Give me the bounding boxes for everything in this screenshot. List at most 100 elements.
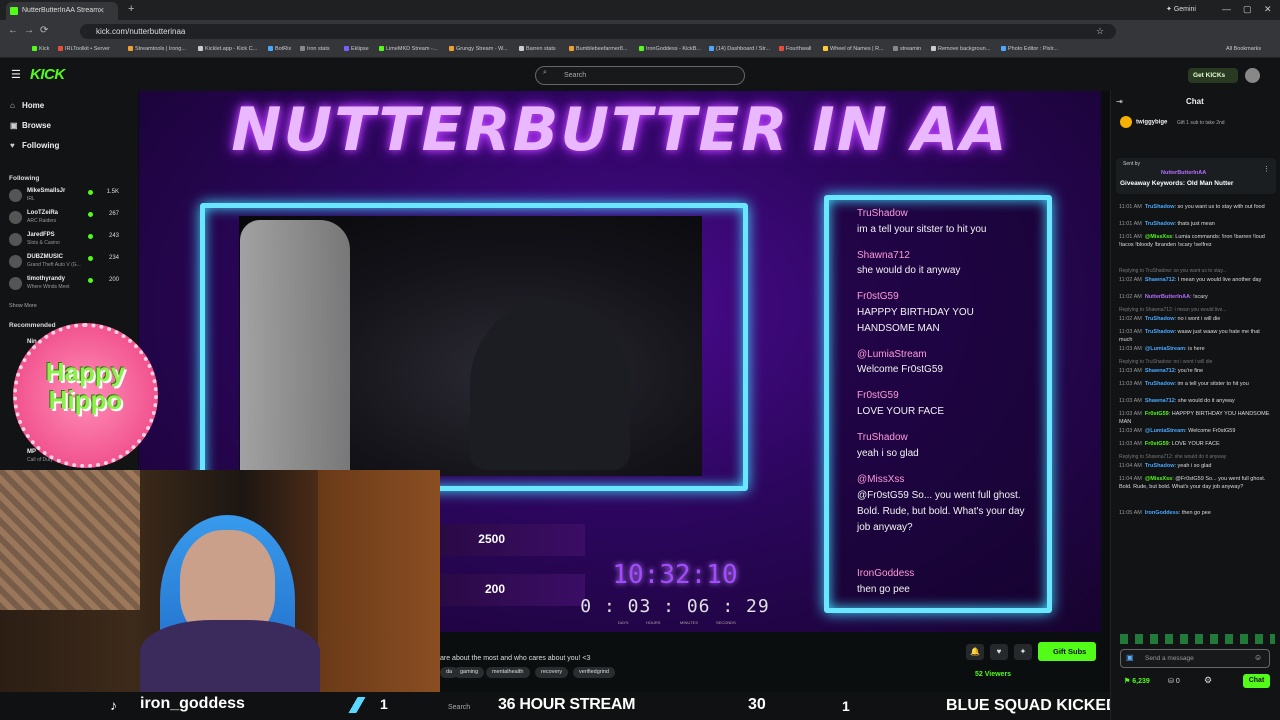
emote-bar[interactable] [1120, 634, 1275, 644]
menu-icon[interactable]: ☰ [11, 68, 21, 81]
chat-message[interactable]: 11:03 AM Shawna712: she would do it anywa… [1119, 397, 1271, 405]
chat-username[interactable]: TruShadow [1145, 381, 1175, 387]
all-bookmarks[interactable]: All Bookmarks [1226, 46, 1261, 52]
emoji-icon[interactable]: ☺ [1254, 653, 1262, 662]
collapse-chat-icon[interactable]: ⇥ [1116, 97, 1123, 106]
bookmark-item[interactable]: Kicklet.app - Kick C... [198, 46, 257, 52]
chat-message[interactable]: 11:02 AM Shawna712: I mean you would live… [1119, 276, 1271, 284]
chat-username[interactable]: @LumiaStream [1145, 428, 1185, 434]
chat-username[interactable]: Shawna712 [1145, 277, 1175, 283]
bookmark-item[interactable]: Grungy Stream - W... [449, 46, 508, 52]
bookmark-item[interactable]: Streamtools | Irong... [128, 46, 186, 52]
follow-heart-icon[interactable]: ♥ [990, 644, 1008, 660]
bookmark-item[interactable]: IRLToolkit • Server [58, 46, 110, 52]
bookmark-item[interactable]: Remove backgroun... [931, 46, 990, 52]
close-window-icon[interactable]: ✕ [1264, 4, 1272, 15]
chat-username[interactable]: TruShadow [1145, 329, 1175, 335]
user-avatar[interactable] [1245, 68, 1260, 83]
chat-message[interactable]: 11:03 AM TruShadow: im a tell your sitste… [1119, 380, 1271, 388]
chat-message[interactable]: 11:04 AM @MissXss: @Fr0stG59 So... you we… [1119, 475, 1271, 491]
chat-username[interactable]: Shawna712 [1145, 368, 1175, 374]
chat-message[interactable]: 11:01 AM TruShadow: thats just mean [1119, 220, 1271, 228]
settings-gear-icon[interactable]: ⚙ [1204, 675, 1212, 686]
stream-tag[interactable]: mentalhealth [486, 667, 530, 678]
pin-icon[interactable]: ⋮ [1263, 165, 1270, 173]
sidebar-item-following[interactable]: ♥ Following [10, 141, 59, 150]
chat-message-input[interactable]: Send a message [1120, 649, 1270, 668]
bookmark-star-icon[interactable]: ☆ [1096, 26, 1104, 37]
recommended-channel-partial[interactable]: MP [27, 449, 36, 455]
gift-subs-button[interactable]: Gift Subs [1038, 642, 1096, 661]
bookmark-item[interactable]: Kick [32, 46, 49, 52]
chat-message[interactable]: 11:03 AM TruShadow: waaw just waaw you ha… [1119, 328, 1271, 344]
chat-message[interactable]: 11:03 AM Fr0stG59: LOVE YOUR FACE [1119, 440, 1271, 448]
stream-tag[interactable]: recovery [535, 667, 569, 678]
gemini-button[interactable]: ✦ Gemini [1166, 5, 1196, 13]
bookmark-item[interactable]: (14) Dashboard / Str... [709, 46, 770, 52]
bookmark-item[interactable]: Barren stats [519, 46, 556, 52]
chat-username[interactable]: TruShadow [1145, 221, 1175, 227]
taskbar-search[interactable]: Search [448, 704, 470, 711]
chat-username[interactable]: Fr0stG59 [1145, 441, 1169, 447]
sidebar-item-home[interactable]: ⌂ Home [10, 101, 44, 110]
chat-username[interactable]: TruShadow [1145, 316, 1175, 322]
chat-message[interactable]: 11:05 AM IronGoddess: then go pee [1119, 509, 1271, 517]
chat-message[interactable]: 11:02 AM NutterButterInAA: !scary [1119, 293, 1271, 301]
chat-username[interactable]: TruShadow [1145, 204, 1175, 210]
chat-message[interactable]: 11:04 AM TruShadow: yeah i so glad [1119, 462, 1271, 470]
bookmark-item[interactable]: Wheel of Names | R... [823, 46, 884, 52]
chat-username[interactable]: @MissXss [1145, 234, 1172, 240]
bookmark-item[interactable]: BotRix [268, 46, 291, 52]
following-channel[interactable]: JaredFPS Slots & Casino 243 [9, 231, 133, 251]
channel-points[interactable]: ⚑ 6,239 [1124, 677, 1150, 685]
chat-reply-context[interactable]: Replying to TruShadow: no i wont i will … [1119, 358, 1271, 366]
search-input[interactable]: Search [535, 66, 745, 85]
chat-username[interactable]: @LumiaStream [1145, 346, 1185, 352]
chat-username[interactable]: Fr0stG59 [1145, 411, 1169, 417]
following-channel[interactable]: LooTZeiRa ARC Raiders 267 [9, 209, 133, 229]
following-channel[interactable]: DUBZMUSIC Grand Theft Auto V (G... 234 [9, 253, 133, 273]
stream-tag[interactable]: gaming [454, 667, 485, 678]
chat-username[interactable]: NutterButterInAA [1145, 294, 1190, 300]
get-kicks-button[interactable]: Get KICKs [1188, 68, 1238, 83]
sidebar-item-browse[interactable]: ▣ Browse [10, 121, 51, 130]
bookmark-item[interactable]: Eklipse [344, 46, 369, 52]
bookmark-item[interactable]: streamin [893, 46, 921, 52]
stream-tag[interactable]: verifiedgrind [573, 667, 615, 678]
show-more-link[interactable]: Show More [9, 303, 37, 309]
pinned-message[interactable]: Sent by NutterButterInAA Giveaway Keywor… [1116, 158, 1276, 194]
chat-message[interactable]: 11:01 AM TruShadow: so you want us to sta… [1119, 203, 1271, 211]
bookmark-item[interactable]: Photo Editor : Pixlr... [1001, 46, 1058, 52]
chat-reply-context[interactable]: Replying to Shawna712: i mean you would … [1119, 306, 1271, 314]
following-channel[interactable]: timothyrandy Where Winds Meet 200 [9, 275, 133, 295]
chat-message[interactable]: 11:01 AM @MissXss: Lumia commands: !iron … [1119, 233, 1271, 249]
bookmark-item[interactable]: Iron stats [300, 46, 330, 52]
chat-reply-context[interactable]: Replying to Shawna712: she would do it a… [1119, 453, 1271, 461]
chat-message[interactable]: 11:03 AM @LumiaStream: is here [1119, 345, 1271, 353]
tab-close-icon[interactable]: ✕ [98, 6, 105, 15]
nav-buttons[interactable]: ←→⟳ [8, 25, 54, 36]
chat-message[interactable]: 11:02 AM TruShadow: no i wont i will die [1119, 315, 1271, 323]
url-field[interactable]: kick.com/nutterbutterinaa [80, 24, 1116, 39]
following-channel[interactable]: MikeSmallsJr IRL 1.5K [9, 187, 133, 207]
chat-message[interactable]: 11:03 AM @LumiaStream: Welcome Fr0stG59 [1119, 427, 1271, 435]
chat-message[interactable]: 11:03 AM Fr0stG59: HAPPPY BIRTHDAY YOU HA… [1119, 410, 1271, 426]
bookmark-item[interactable]: Fourthwall [779, 46, 811, 52]
bookmark-item[interactable]: LimeMKD Stream -... [379, 46, 437, 52]
chat-username[interactable]: @MissXss [1145, 476, 1172, 482]
bookmark-item[interactable]: Bumblebeefarmer8... [569, 46, 627, 52]
kick-logo[interactable]: KICK [30, 66, 65, 83]
bookmark-item[interactable]: IronGoddess - KickB... [639, 46, 701, 52]
send-chat-button[interactable]: Chat [1243, 674, 1270, 688]
maximize-icon[interactable]: ▢ [1243, 4, 1252, 15]
chat-badge-icon[interactable]: ▣ [1126, 653, 1134, 662]
chat-message[interactable]: 11:03 AM Shawna712: you're fine [1119, 367, 1271, 375]
share-icon[interactable]: ✦ [1014, 644, 1032, 660]
minimize-icon[interactable]: — [1222, 4, 1231, 14]
chat-username[interactable]: IronGoddess [1145, 510, 1179, 516]
notification-bell-icon[interactable]: 🔔 [966, 644, 984, 660]
chat-username[interactable]: Shawna712 [1145, 398, 1175, 404]
chat-username[interactable]: TruShadow [1145, 463, 1175, 469]
new-tab-button[interactable]: + [128, 3, 134, 15]
chat-reply-context[interactable]: Replying to TruShadow: so you want us to… [1119, 267, 1271, 275]
